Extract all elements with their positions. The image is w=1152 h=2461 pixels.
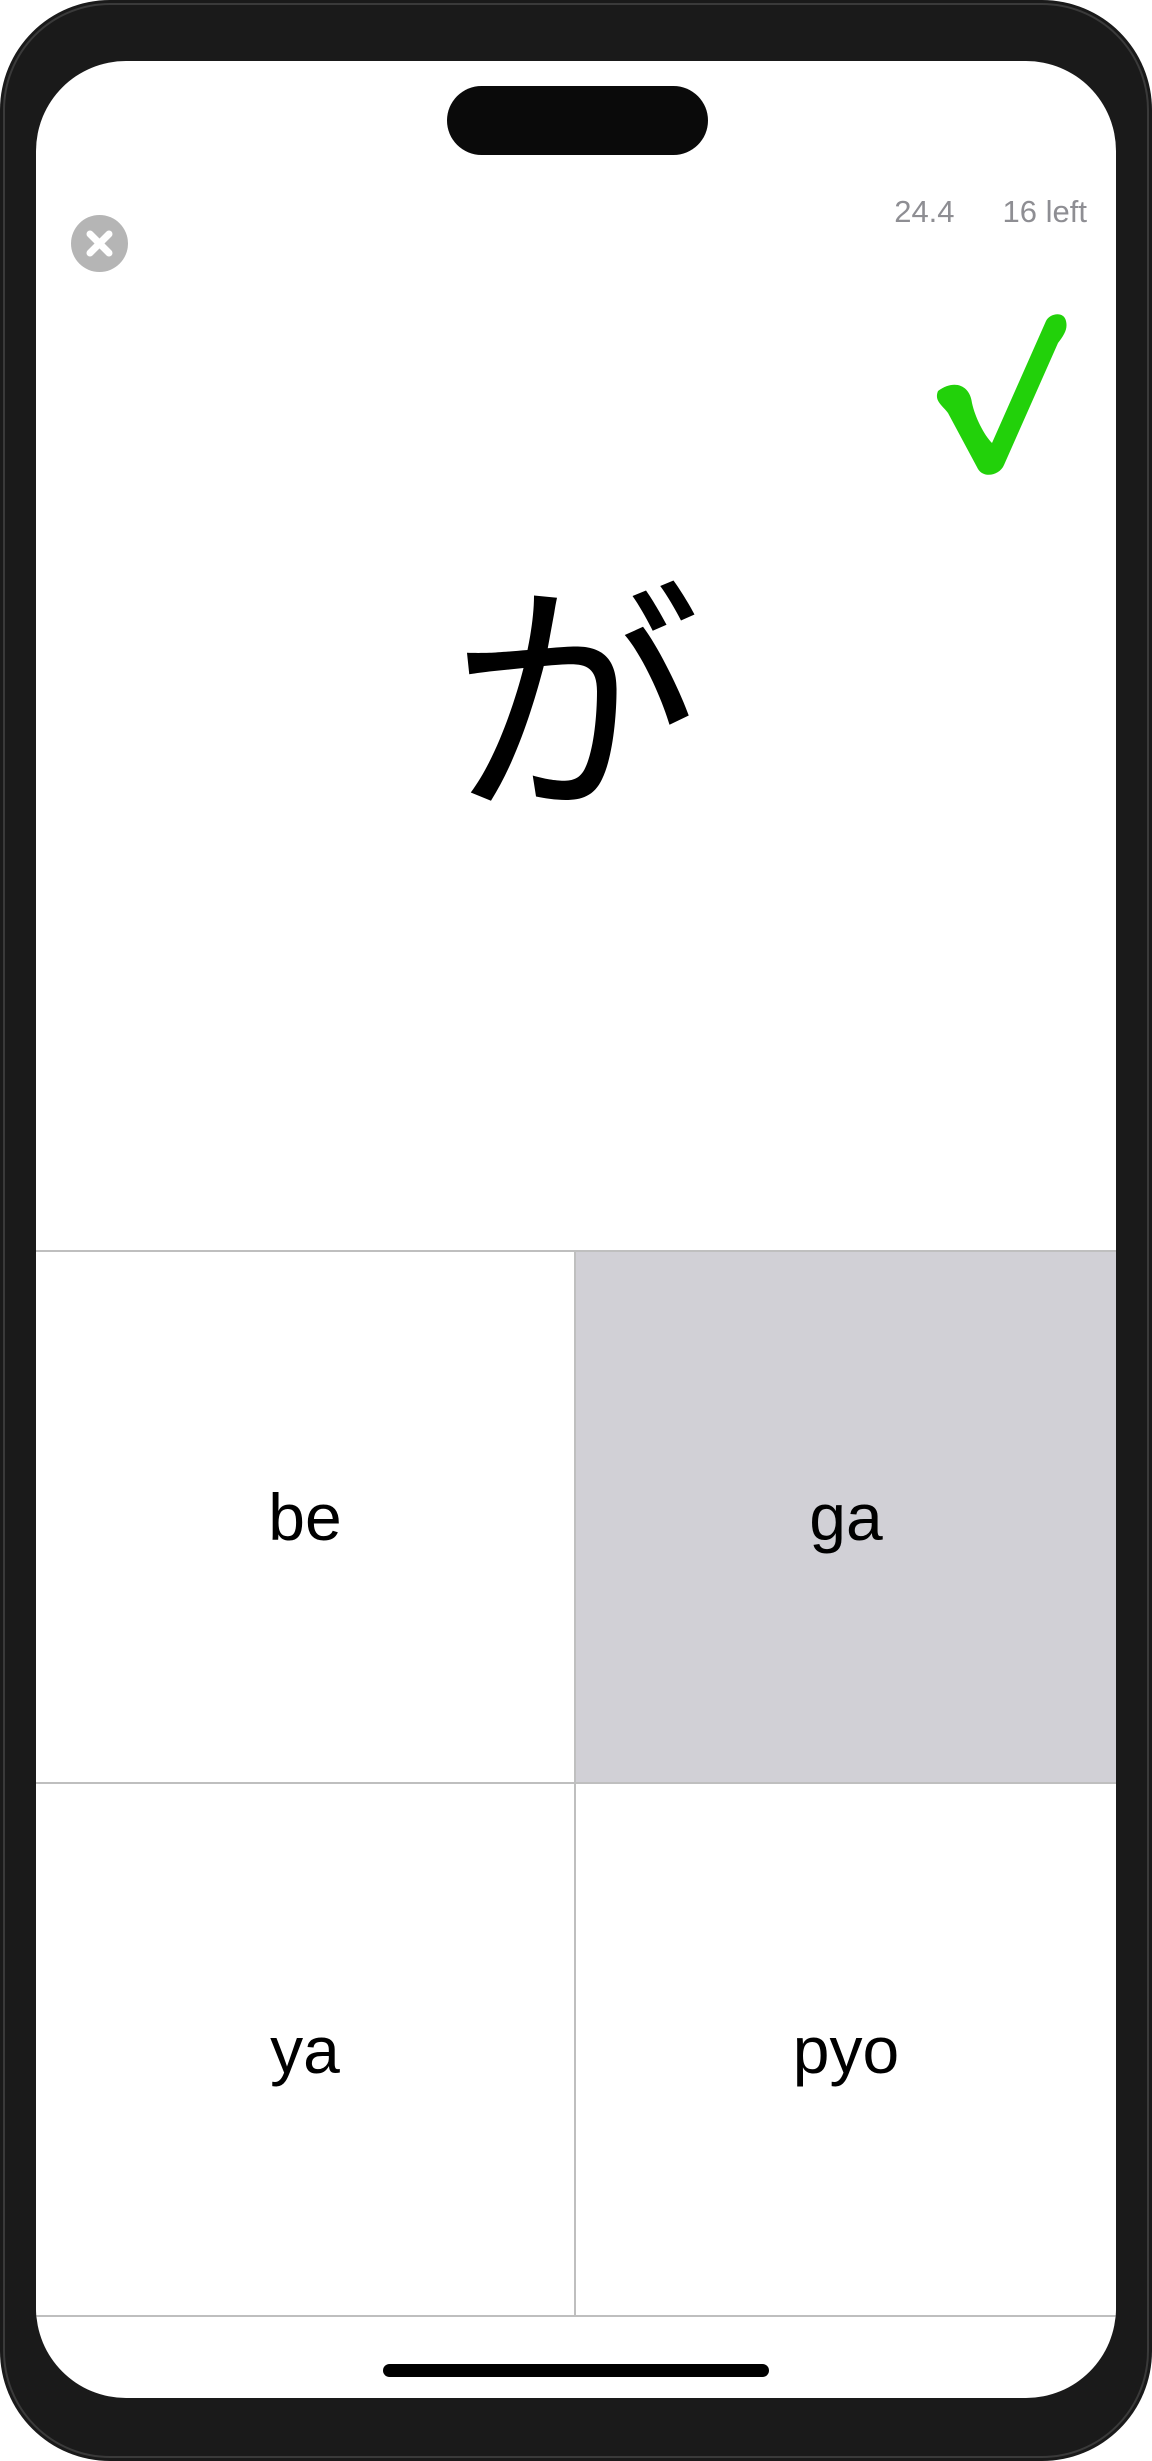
close-button[interactable]: [71, 215, 128, 272]
answer-grid: be ga ya pyo: [36, 1250, 1116, 2317]
quiz-stats: 24.4 16 left: [894, 196, 1087, 227]
device-frame: 24.4 16 left が be ga ya pyo: [0, 0, 1152, 2461]
home-indicator[interactable]: [383, 2364, 769, 2377]
close-icon: [86, 230, 113, 257]
remaining-count: 16 left: [1002, 194, 1087, 229]
elapsed-time: 24.4: [894, 194, 955, 229]
checkmark-icon: [936, 314, 1067, 475]
dynamic-island: [447, 86, 708, 155]
answer-option-ya[interactable]: ya: [36, 1784, 576, 2315]
answer-option-ga[interactable]: ga: [576, 1252, 1116, 1784]
question-character: が: [451, 560, 701, 851]
answer-option-be[interactable]: be: [36, 1252, 576, 1784]
screen: 24.4 16 left が be ga ya pyo: [36, 61, 1116, 2398]
answer-option-pyo[interactable]: pyo: [576, 1784, 1116, 2315]
